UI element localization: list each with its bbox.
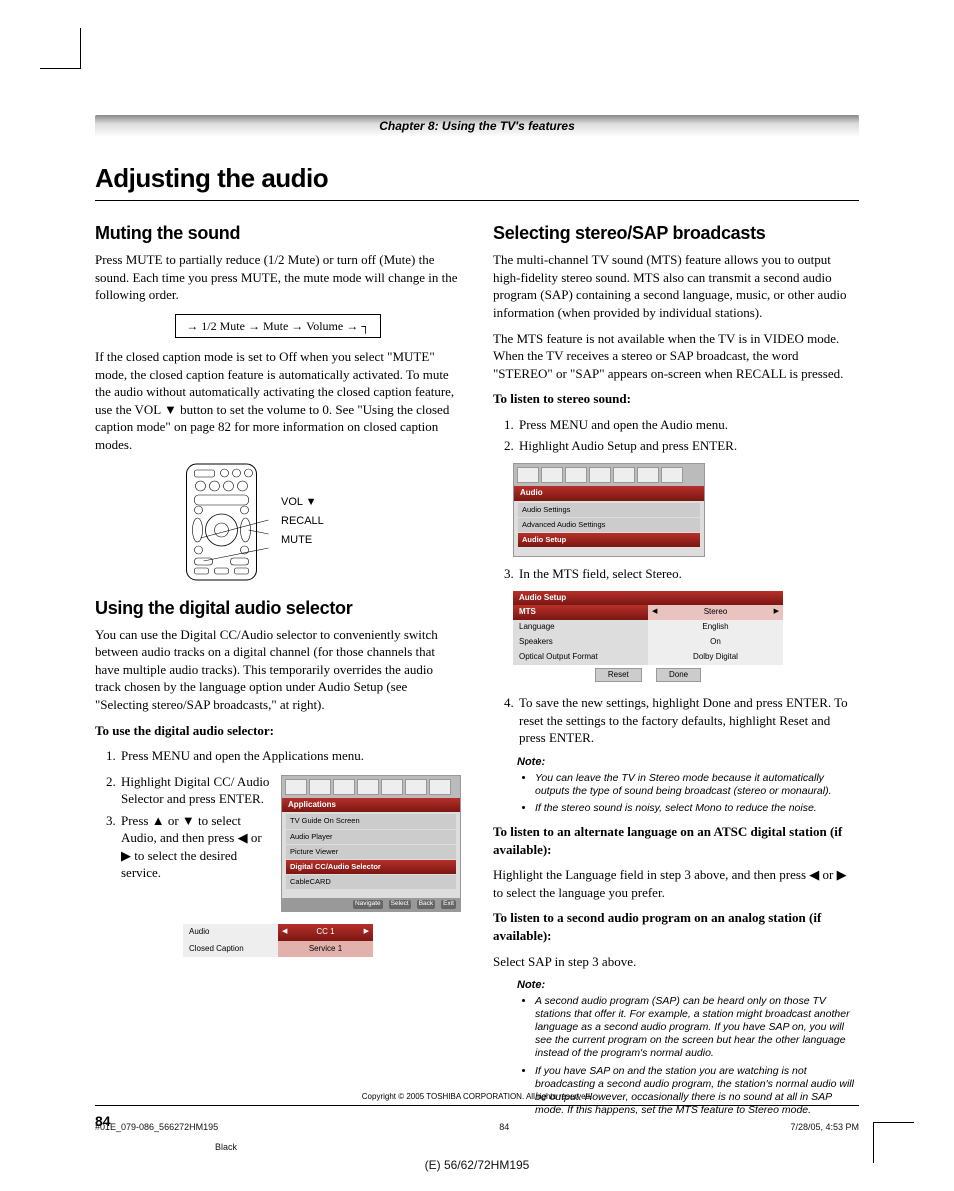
copyright-text: Copyright © 2005 TOSHIBA CORPORATION. Al… bbox=[95, 1092, 859, 1103]
body-text: Highlight the Language field in step 3 a… bbox=[493, 866, 859, 901]
horizontal-rule bbox=[95, 200, 859, 201]
step-item: Press ▲ or ▼ to select Audio, and then p… bbox=[119, 812, 271, 882]
crop-mark-icon bbox=[873, 1122, 914, 1163]
step-item: To save the new settings, highlight Done… bbox=[517, 694, 859, 747]
print-model: (E) 56/62/72HM195 bbox=[95, 1157, 859, 1173]
osd-item: CableCARD bbox=[286, 875, 456, 889]
procedure-heading: To listen to an alternate language on an… bbox=[493, 823, 859, 858]
heading-muting: Muting the sound bbox=[95, 221, 461, 245]
setup-label: Speakers bbox=[513, 635, 648, 650]
step-item: In the MTS field, select Stereo. bbox=[517, 565, 859, 583]
osd-audio-menu: Audio Audio Settings Advanced Audio Sett… bbox=[513, 463, 705, 557]
remote-figure: VOL ▼ RECALL MUTE bbox=[178, 462, 378, 582]
manual-page: Chapter 8: Using the TV's features Adjus… bbox=[0, 0, 954, 1191]
print-color: Black bbox=[215, 1141, 859, 1153]
osd-item: Picture Viewer bbox=[286, 845, 456, 859]
page-title: Adjusting the audio bbox=[95, 161, 859, 196]
note-heading: Note: bbox=[517, 978, 859, 993]
osd-audio-setup: Audio Setup MTS Stereo Language English … bbox=[513, 591, 783, 685]
osd-hint: Navigate bbox=[353, 900, 383, 909]
selector-label: Closed Caption bbox=[183, 941, 278, 958]
body-text: Select SAP in step 3 above. bbox=[493, 953, 859, 971]
osd-hint: Select bbox=[389, 900, 411, 909]
cc-audio-selector: Audio CC 1 Closed Caption Service 1 bbox=[183, 924, 373, 958]
setup-value: English bbox=[648, 620, 783, 635]
step-item: Press MENU and open the Applications men… bbox=[119, 747, 461, 765]
osd-button: Done bbox=[656, 668, 701, 683]
step-item: Highlight Audio Setup and press ENTER. bbox=[517, 437, 859, 455]
osd-hint: Back bbox=[417, 900, 435, 909]
note-item: A second audio program (SAP) can be hear… bbox=[535, 995, 859, 1061]
osd-applications-menu: Applications TV Guide On Screen Audio Pl… bbox=[281, 775, 461, 912]
setup-value: Dolby Digital bbox=[648, 650, 783, 665]
procedure-heading: To listen to a second audio program on a… bbox=[493, 909, 859, 944]
note-item: If the stereo sound is noisy, select Mon… bbox=[535, 802, 859, 815]
osd-item: Advanced Audio Settings bbox=[518, 518, 700, 532]
osd-tab: Applications bbox=[282, 798, 460, 813]
setup-value: On bbox=[648, 635, 783, 650]
selector-label: Audio bbox=[183, 924, 278, 941]
body-text: If the closed caption mode is set to Off… bbox=[95, 348, 461, 453]
osd-item-selected: Audio Setup bbox=[518, 533, 700, 547]
print-metadata: #01E_079-086_566272HM195 84 7/28/05, 4:5… bbox=[95, 1121, 859, 1173]
callout-label: RECALL bbox=[281, 512, 324, 531]
print-page: 84 bbox=[499, 1121, 509, 1133]
procedure-heading: To listen to stereo sound: bbox=[493, 390, 859, 408]
osd-item: TV Guide On Screen bbox=[286, 814, 456, 828]
crop-mark-icon bbox=[40, 28, 81, 69]
chapter-header: Chapter 8: Using the TV's features bbox=[95, 115, 859, 137]
heading-digital-selector: Using the digital audio selector bbox=[95, 596, 461, 620]
print-date: 7/28/05, 4:53 PM bbox=[790, 1121, 859, 1133]
right-column: Selecting stereo/SAP broadcasts The mult… bbox=[493, 221, 859, 1125]
osd-button: Reset bbox=[595, 668, 642, 683]
osd-item: Audio Player bbox=[286, 830, 456, 844]
heading-sap: Selecting stereo/SAP broadcasts bbox=[493, 221, 859, 245]
step-item: Highlight Digital CC/ Audio Selector and… bbox=[119, 773, 271, 808]
note-item: You can leave the TV in Stereo mode beca… bbox=[535, 772, 859, 798]
body-text: The multi-channel TV sound (MTS) feature… bbox=[493, 251, 859, 321]
osd-item: Audio Settings bbox=[518, 503, 700, 517]
osd-item-selected: Digital CC/Audio Selector bbox=[286, 860, 456, 874]
callout-label: MUTE bbox=[281, 531, 324, 550]
setup-label: MTS bbox=[513, 605, 648, 620]
selector-value-selected: CC 1 bbox=[278, 924, 373, 941]
left-column: Muting the sound Press MUTE to partially… bbox=[95, 221, 461, 1125]
procedure-heading: To use the digital audio selector: bbox=[95, 722, 461, 740]
body-text: Press MUTE to partially reduce (1/2 Mute… bbox=[95, 251, 461, 304]
osd-title: Audio Setup bbox=[513, 591, 783, 606]
mute-cycle-diagram: → 1/2 Mute → Mute → Volume → ┐ bbox=[175, 314, 380, 338]
callout-label: VOL ▼ bbox=[281, 493, 324, 512]
setup-label: Optical Output Format bbox=[513, 650, 648, 665]
step-item: Press MENU and open the Audio menu. bbox=[517, 416, 859, 434]
body-text: The MTS feature is not available when th… bbox=[493, 330, 859, 383]
note-heading: Note: bbox=[517, 755, 859, 770]
osd-hint: Exit bbox=[441, 900, 456, 909]
print-file: #01E_079-086_566272HM195 bbox=[95, 1121, 218, 1133]
setup-value-selected: Stereo bbox=[648, 605, 783, 620]
osd-tab: Audio bbox=[514, 486, 704, 501]
body-text: You can use the Digital CC/Audio selecto… bbox=[95, 626, 461, 714]
horizontal-rule bbox=[95, 1105, 859, 1106]
remote-control-icon bbox=[178, 462, 273, 582]
setup-label: Language bbox=[513, 620, 648, 635]
selector-value: Service 1 bbox=[278, 941, 373, 958]
